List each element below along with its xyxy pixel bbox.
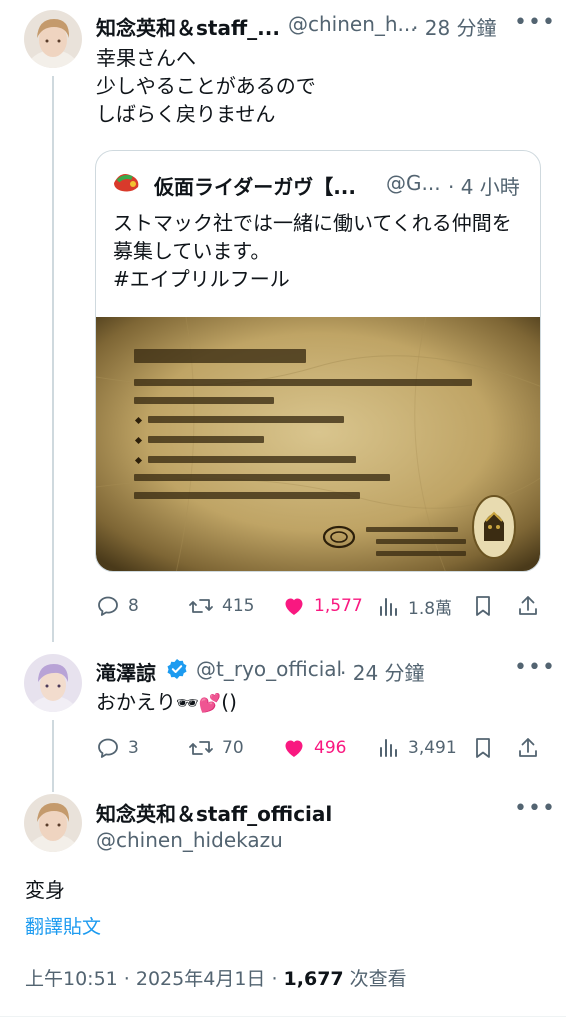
author-handle[interactable]: @t_ryo_official (196, 657, 342, 681)
image-glyph-line (376, 551, 466, 556)
like-button[interactable]: 1,577 (282, 594, 363, 618)
author-name[interactable]: 知念英和＆staff_official (96, 798, 332, 827)
author-name[interactable]: 知念英和＆staff_... (96, 12, 280, 41)
emblem-icon (322, 525, 356, 553)
divider (0, 1016, 566, 1017)
tweet-text-line: 少しやることがあるので (96, 74, 316, 98)
view-count: 1,677 (283, 968, 344, 990)
views-icon (380, 739, 397, 757)
quoted-tweet-card[interactable]: 仮面ライダーガヴ【... @G... · 4 小時 ストマック社では一緒に働いて… (95, 150, 541, 572)
heart-icon (285, 598, 303, 615)
author-name[interactable]: 滝澤諒 (96, 657, 156, 686)
image-glyph-line (134, 379, 472, 386)
views-count: 1.8萬 (408, 599, 453, 619)
retweet-count: 70 (222, 738, 244, 758)
more-icon[interactable]: ••• (514, 796, 556, 821)
image-glyph-line (148, 436, 264, 443)
retweet-icon (189, 741, 213, 755)
timestamp-text[interactable]: 上午10:51 · 2025年4月1日 · (25, 968, 284, 990)
tweet-time[interactable]: · 24 分鐘 (340, 657, 425, 686)
quote-text-line: ストマック社では一緒に働いてくれる仲間を (113, 211, 512, 235)
quote-time: · 4 小時 (448, 175, 520, 199)
heart-icon (285, 740, 303, 757)
image-glyph-line (148, 416, 344, 423)
views-button[interactable]: 3,491 (378, 736, 457, 760)
retweet-count: 415 (222, 596, 255, 616)
share-icon[interactable] (516, 736, 540, 764)
quote-media-image[interactable] (96, 317, 540, 571)
quote-text-line: #エイプリルフール (113, 267, 290, 291)
image-glyph-line (134, 492, 360, 499)
tweet-timestamp: 上午10:51 · 2025年4月1日 · 1,677 次查看 (25, 964, 407, 991)
image-glyph-heading (134, 349, 306, 363)
share-icon[interactable] (516, 594, 540, 622)
reply-count: 3 (128, 738, 139, 758)
tweet-text-line: しばらく戻りません (96, 102, 276, 126)
tweet-text-suffix: () (221, 690, 237, 714)
image-glyph-line (148, 456, 356, 463)
author-handle[interactable]: @chinen_h... (288, 12, 417, 36)
tweet-text: 変身 (25, 878, 65, 902)
avatar[interactable] (24, 654, 82, 712)
reply-icon (98, 596, 118, 616)
reply-icon (98, 738, 118, 758)
more-icon[interactable]: ••• (514, 10, 556, 35)
translate-link[interactable]: 翻譯貼文 (25, 912, 101, 939)
sunglasses-icon: 🕶 (176, 693, 199, 714)
quote-text-line: 募集しています。 (113, 239, 271, 263)
quote-author-name[interactable]: 仮面ライダーガヴ【... (154, 171, 356, 200)
like-button[interactable]: 496 (282, 736, 346, 760)
tweet-time[interactable]: · 28 分鐘 (412, 12, 497, 41)
bookmark-icon[interactable] (472, 594, 494, 622)
avatar[interactable] (24, 10, 82, 68)
hearts-icon: 💕 (198, 693, 222, 714)
like-count: 1,577 (314, 596, 363, 616)
reply-count: 8 (128, 596, 139, 616)
views-count: 3,491 (408, 738, 457, 758)
views-icon (380, 597, 397, 616)
thread-line (52, 720, 54, 792)
more-icon[interactable]: ••• (514, 655, 556, 680)
tweet-text-line: 幸果さんへ (96, 46, 196, 70)
reply-button[interactable]: 8 (96, 594, 139, 618)
like-count: 496 (314, 738, 347, 758)
retweet-icon (189, 599, 213, 613)
view-label: 次查看 (343, 968, 407, 990)
image-glyph-line (366, 527, 458, 532)
bookmark-icon[interactable] (472, 736, 494, 764)
retweet-button[interactable]: 70 (188, 736, 244, 760)
image-glyph-line (134, 474, 390, 481)
character-portrait (472, 495, 516, 563)
retweet-button[interactable]: 415 (188, 594, 254, 618)
tweet-text: おかえり🕶💕() (96, 688, 237, 718)
views-button[interactable]: 1.8萬 (378, 594, 452, 619)
avatar[interactable] (24, 794, 82, 852)
reply-button[interactable]: 3 (96, 736, 139, 760)
image-glyph-line (376, 539, 466, 544)
verified-icon (166, 658, 188, 684)
image-glyph-line (134, 397, 274, 404)
thread-line (52, 76, 54, 642)
author-handle[interactable]: @chinen_hidekazu (96, 828, 283, 852)
tweet-text-main: おかえり (96, 690, 176, 714)
quote-author-handle[interactable]: @G... (386, 171, 441, 195)
brand-logo (112, 169, 142, 199)
